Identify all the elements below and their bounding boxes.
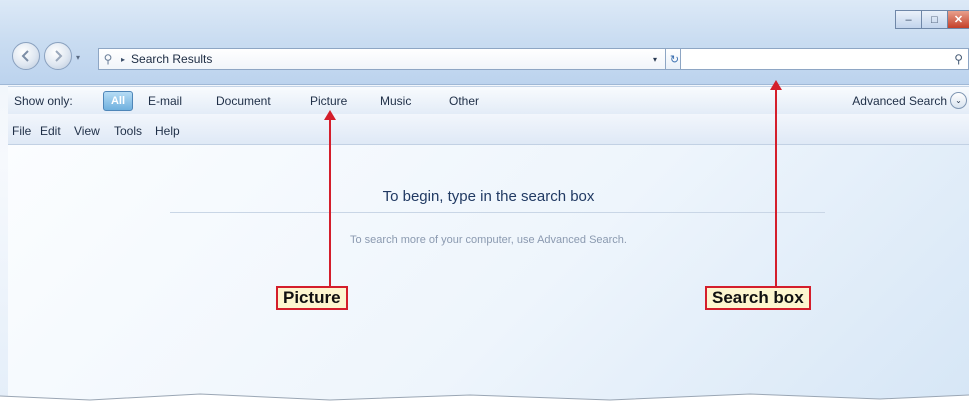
filter-bar: Show only: All E-mail Document Picture M… [8, 86, 969, 115]
breadcrumb-separator: ▸ [121, 54, 126, 64]
filter-music[interactable]: Music [380, 94, 411, 108]
empty-state-hint: To search more of your computer, use Adv… [350, 234, 627, 246]
filter-label: Show only: [14, 94, 73, 108]
search-box-callout: Search box [705, 286, 811, 310]
chevron-down-icon[interactable]: ⌄ [950, 92, 967, 109]
search-icon: ⚲ [954, 52, 963, 66]
picture-callout: Picture [276, 286, 348, 310]
search-icon: ⚲ [103, 52, 113, 66]
empty-state-heading: To begin, type in the search box [382, 188, 595, 205]
back-icon [21, 50, 29, 62]
breadcrumb[interactable]: Search Results [131, 52, 212, 66]
filter-other[interactable]: Other [449, 94, 479, 108]
caption-buttons: – □ ✕ [895, 10, 969, 30]
minimize-button[interactable]: – [895, 10, 921, 29]
back-button[interactable] [12, 42, 40, 70]
forward-button[interactable] [44, 42, 72, 70]
address-bar[interactable]: ⚲ ▸ Search Results ▾ [98, 48, 666, 70]
forward-icon [55, 50, 63, 62]
divider [170, 212, 825, 213]
refresh-icon: ↻ [669, 53, 680, 66]
filter-document[interactable]: Document [216, 94, 271, 108]
results-pane: To begin, type in the search box To sear… [8, 145, 969, 406]
picture-arrow [329, 118, 331, 286]
menu-help[interactable]: Help [155, 124, 180, 138]
menu-tools[interactable]: Tools [114, 124, 142, 138]
explorer-window: – □ ✕ ▾ ⚲ ▸ Search Results ▾ ↻ ⚲ Show on… [0, 0, 969, 406]
maximize-button[interactable]: □ [921, 10, 947, 29]
search-box-arrow [775, 88, 777, 286]
menu-file[interactable]: File [12, 124, 31, 138]
address-dropdown[interactable]: ▾ [653, 55, 657, 64]
menu-view[interactable]: View [74, 124, 100, 138]
title-bar: – □ ✕ ▾ ⚲ ▸ Search Results ▾ ↻ ⚲ [0, 0, 969, 85]
advanced-search-link[interactable]: Advanced Search [852, 94, 947, 108]
close-button[interactable]: ✕ [947, 10, 969, 29]
search-input[interactable]: ⚲ [680, 48, 969, 70]
menu-edit[interactable]: Edit [40, 124, 61, 138]
filter-picture[interactable]: Picture [310, 94, 347, 108]
torn-edge [0, 393, 969, 406]
recent-pages-dropdown[interactable]: ▾ [76, 53, 80, 62]
menu-bar: File Edit View Tools Help [8, 114, 969, 145]
filter-all-button[interactable]: All [103, 91, 133, 111]
filter-email[interactable]: E-mail [148, 94, 182, 108]
